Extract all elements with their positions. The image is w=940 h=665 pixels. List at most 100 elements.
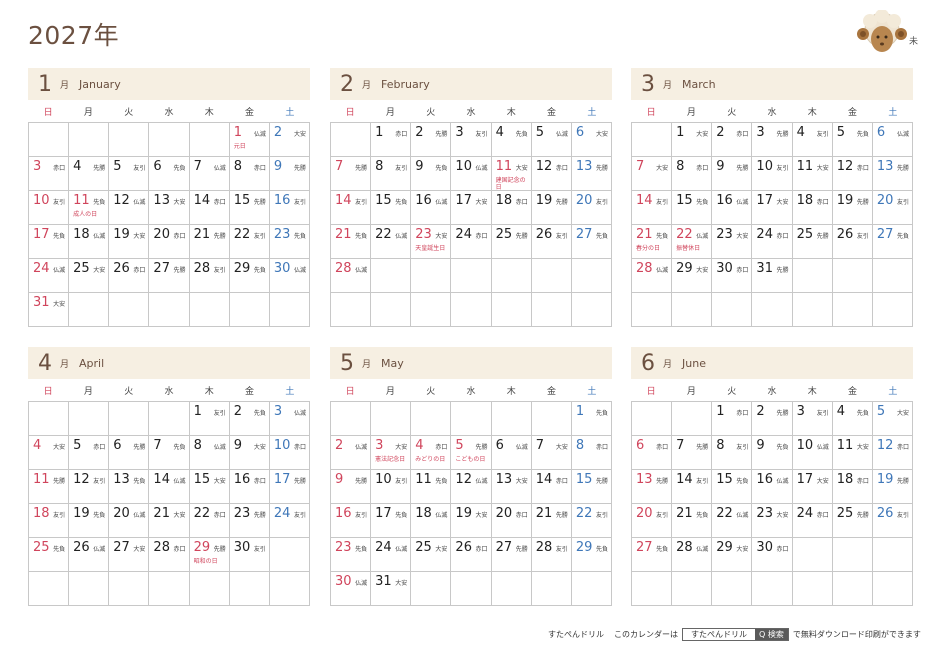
weekday-label: 金: [848, 386, 858, 397]
day-number: 1: [193, 404, 202, 419]
month-en-name: June: [682, 356, 706, 370]
month-6: 6 月 June 日月火水木金土 1 赤口 2 先勝 3 友引 4 先負 5 大安 6 赤口 7 先勝 8 友引 9 先負…: [631, 347, 913, 606]
day-number: 13: [636, 472, 653, 487]
day-number: 22: [233, 227, 251, 242]
day-number: 29: [233, 261, 251, 276]
rokuyo-label: 友引: [293, 199, 306, 206]
day-number: 31: [33, 295, 50, 310]
day-cell: 11 先勝: [29, 470, 70, 504]
day-cell: 15 先勝: [229, 191, 270, 225]
day-number: 20: [876, 193, 894, 208]
day-number: 16: [335, 506, 352, 521]
rokuyo-label: 先勝: [595, 478, 608, 485]
day-cell: 31 大安: [371, 572, 412, 606]
search-box[interactable]: すたぺんドリル Q 検索: [682, 628, 789, 641]
rokuyo-label: 先負: [656, 546, 669, 553]
rokuyo-label: 先勝: [253, 199, 266, 206]
weekday-label: 木: [807, 386, 817, 397]
day-number: 8: [375, 159, 384, 174]
rokuyo-label: 仏滅: [213, 444, 226, 451]
day-cell: 23 大安: [752, 504, 793, 538]
day-number: 21: [535, 506, 553, 521]
rokuyo-label: 大安: [656, 165, 669, 172]
day-cell: 18 友引: [29, 504, 70, 538]
month-header: 2 月 February: [330, 68, 612, 100]
rokuyo-label: 仏滅: [355, 267, 368, 274]
day-cell: 19 先勝: [832, 191, 873, 225]
day-number: 21: [335, 227, 352, 242]
day-cell: 13 大安: [491, 470, 532, 504]
rokuyo-label: 赤口: [173, 546, 186, 553]
rokuyo-label: 先勝: [896, 478, 909, 485]
day-number: 4: [415, 438, 424, 453]
weekday-label: 火: [124, 107, 134, 118]
rokuyo-label: 赤口: [816, 512, 829, 519]
day-cell: 26 友引: [531, 225, 572, 259]
rokuyo-label: 赤口: [435, 444, 448, 451]
day-cell: 10 赤口: [269, 436, 310, 470]
day-cell: 16 仏滅: [411, 191, 452, 225]
day-number: 3: [273, 404, 283, 419]
day-cell: 29 先負: [229, 259, 270, 293]
weekday-label: 土: [285, 107, 295, 118]
day-cell: 23 大安: [712, 225, 753, 259]
empty-cell: [149, 402, 190, 436]
empty-cell: [872, 293, 913, 327]
day-cell: 2 先勝: [411, 123, 452, 157]
month-1: 1 月 January 日月火水木金土 1 仏滅 元日 2 大安 3 赤口 4 先勝 5 友引 6 先負 7 仏滅 8…: [28, 68, 310, 327]
day-number: 9: [335, 472, 344, 487]
empty-cell: [149, 572, 190, 606]
weekday-header: 日月火水木金土: [330, 100, 612, 122]
day-cell: 18 赤口: [832, 470, 873, 504]
search-button[interactable]: Q 検索: [755, 629, 788, 640]
empty-cell: [411, 259, 452, 293]
day-number: 19: [876, 472, 894, 487]
day-number: 7: [636, 159, 645, 174]
day-cell: 14 友引: [632, 191, 673, 225]
rokuyo-label: 先負: [696, 199, 709, 206]
day-number: 19: [455, 506, 472, 521]
calendar-grid: 1 赤口 2 先勝 3 友引 4 先負 5 仏滅 6 大安 7 先勝 8 友引 9 先負 10 仏滅 11 大安 建国記念の…: [330, 122, 612, 327]
rokuyo-label: 先勝: [776, 267, 789, 274]
month-header: 3 月 March: [631, 68, 913, 100]
day-cell: 6 大安: [571, 123, 612, 157]
empty-cell: [69, 572, 110, 606]
day-cell: 30 赤口: [752, 538, 793, 572]
day-number: 26: [836, 227, 854, 242]
empty-cell: [189, 123, 230, 157]
day-number: 2: [233, 404, 242, 419]
rokuyo-label: 先負: [93, 512, 106, 519]
day-number: 2: [335, 438, 344, 453]
rokuyo-label: 赤口: [475, 546, 488, 553]
day-cell: 9 大安: [229, 436, 270, 470]
day-number: 16: [756, 472, 773, 487]
day-number: 29: [716, 540, 733, 555]
rokuyo-label: 先勝: [475, 444, 488, 451]
day-cell: 21 先勝: [189, 225, 230, 259]
rokuyo-label: 先勝: [213, 546, 226, 553]
holiday-name: 成人の日: [73, 211, 98, 218]
day-cell: 21 先負: [331, 225, 372, 259]
day-number: 12: [876, 438, 894, 453]
day-number: 10: [33, 193, 50, 208]
calendar-grid: 1 友引 2 先負 3 仏滅 4 大安 5 赤口 6 先勝 7 先負 8 仏滅 9 大安 10 赤口 11 先勝 12 友引 1…: [28, 401, 310, 606]
day-cell: 10 仏滅: [451, 157, 492, 191]
weekday-label: 火: [426, 386, 436, 397]
rokuyo-label: 赤口: [736, 410, 749, 417]
day-cell: 12 赤口: [531, 157, 572, 191]
day-cell: 31 大安: [29, 293, 70, 327]
day-cell: 1 友引: [189, 402, 230, 436]
rokuyo-label: 先勝: [515, 546, 528, 553]
rokuyo-label: 仏滅: [395, 546, 408, 553]
empty-cell: [411, 293, 452, 327]
day-cell: 5 仏滅: [531, 123, 572, 157]
day-cell: 18 赤口: [792, 191, 833, 225]
day-number: 29: [575, 540, 593, 555]
rokuyo-label: 先勝: [776, 131, 789, 138]
rokuyo-label: 赤口: [896, 444, 909, 451]
day-number: 5: [836, 125, 845, 140]
empty-cell: [229, 572, 270, 606]
empty-cell: [69, 402, 110, 436]
day-cell: 4 先負: [832, 402, 873, 436]
rokuyo-label: 友引: [595, 512, 608, 519]
